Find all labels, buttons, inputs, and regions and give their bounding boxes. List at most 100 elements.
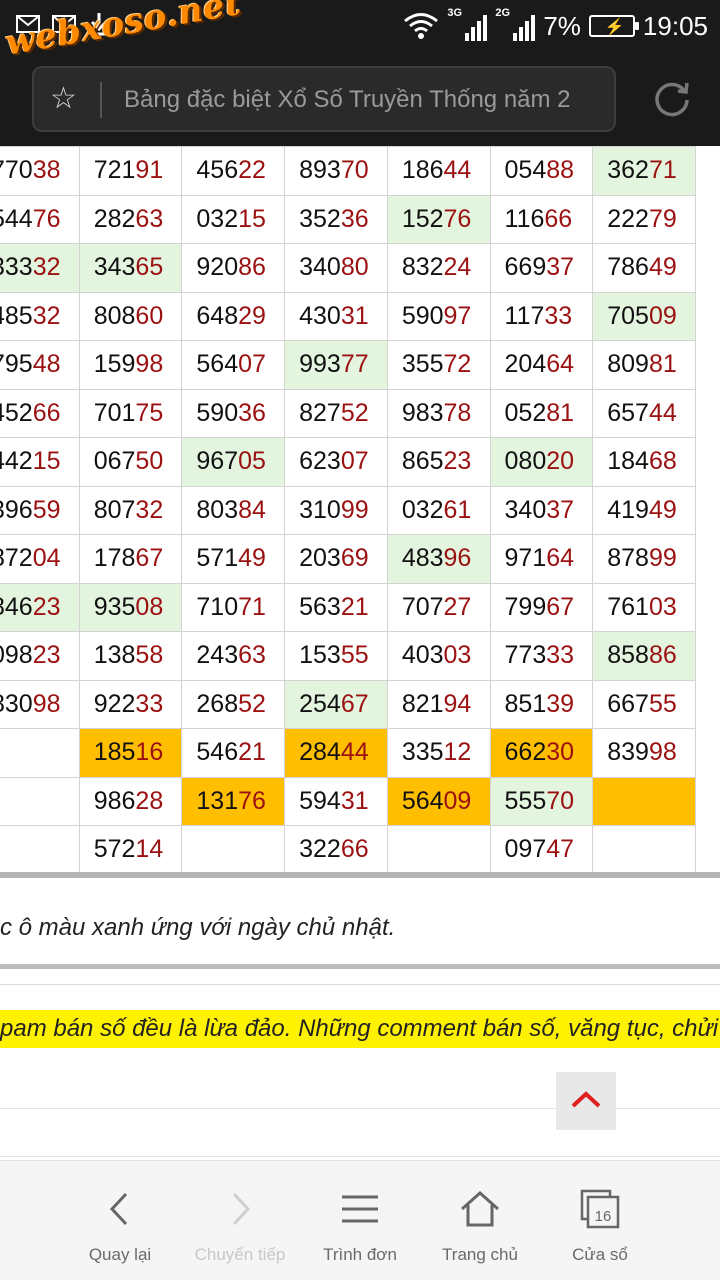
number-head: 922 [93,689,136,718]
number-head: 185 [93,738,136,767]
number-cell: 40303 [386,631,491,681]
number-cell: 54621 [181,728,286,778]
number-tail: 71 [648,156,677,185]
results-grid: 7703872191456228937018644054883627154476… [0,146,720,876]
number-head: 564 [196,350,239,379]
number-cell: 43031 [284,291,388,341]
number-cell: 59431 [284,776,388,826]
number-head: 138 [93,641,136,670]
page-title-url[interactable]: Bảng đặc biệt Xổ Số Truyền Thống năm 2 [124,84,614,116]
number-tail: 31 [340,786,369,815]
number-head: 839 [607,738,649,767]
number-cell: 59097 [386,291,491,341]
number-cell [592,825,696,875]
number-cell: 36271 [592,146,696,196]
number-cell: 20369 [284,534,388,584]
warning-banner: pam bán số đều là lừa đảo. Những comment… [0,1010,720,1048]
number-cell: 22279 [592,194,696,244]
number-tail: 84 [238,495,266,524]
number-head: 770 [0,156,33,185]
number-cell: 62307 [284,437,388,487]
table-row: 48532808606482943031590971173370509 [0,291,696,341]
number-tail: 33 [546,641,575,670]
number-cell: 85886 [592,631,696,681]
number-head: 872 [0,544,33,573]
number-cell: 03261 [386,485,491,535]
number-tail: 63 [135,204,164,233]
number-cell: 03215 [181,194,286,244]
number-cell: 41949 [592,485,696,535]
number-head: 419 [607,495,649,524]
number-cell: 26852 [181,679,286,729]
battery-charging-icon: ⚡ [588,15,639,37]
battery-percent: 7% [543,10,581,41]
number-head: 442 [0,447,33,476]
number-head: 456 [196,156,239,185]
number-tail: 86 [238,253,266,282]
number-tail: 67 [135,544,164,573]
number-head: 203 [299,544,341,573]
scroll-to-top-button[interactable] [556,1072,616,1130]
number-head: 152 [401,204,444,233]
number-head: 590 [196,398,239,427]
number-cell: 89370 [284,146,388,196]
number-tail: 36 [238,398,266,427]
number-tail: 66 [544,204,573,233]
number-head: 485 [0,301,33,330]
number-cell: 77038 [0,146,80,196]
number-head: 935 [93,592,136,621]
number-cell: 83098 [0,679,80,729]
number-head: 452 [0,398,33,427]
bookmark-star-icon[interactable]: ☆ [50,82,77,116]
number-cell: 45622 [181,146,286,196]
number-head: 821 [401,689,444,718]
number-tail: 09 [443,786,472,815]
number-tail: 99 [648,544,677,573]
number-head: 546 [196,738,239,767]
number-tail: 04 [32,544,61,573]
number-cell: 98378 [386,388,491,438]
number-tail: 37 [546,495,575,524]
number-head: 993 [299,350,341,379]
number-head: 858 [607,641,649,670]
table-row: 98628 13176 59431 56409 55570 [0,776,696,826]
number-cell: 99377 [284,340,388,390]
number-tail: 15 [32,447,61,476]
number-head: 282 [93,204,136,233]
reload-icon[interactable] [652,78,692,118]
number-cell: 13858 [78,631,183,681]
number-head: 178 [93,544,136,573]
number-tail: 59 [32,495,61,524]
number-head: 355 [401,350,444,379]
number-cell: 79548 [0,340,80,390]
browser-toolbar: ☆ Bảng đặc biệt Xổ Số Truyền Thống năm 2 [0,52,720,146]
address-bar[interactable]: ☆ Bảng đặc biệt Xổ Số Truyền Thống năm 2 [32,66,616,132]
tabs-button[interactable]: 16 Cửa sổ [528,1161,672,1280]
number-head: 098 [0,641,33,670]
table-row: 44215067509670562307865230802018468 [0,437,696,487]
back-chevron-icon [109,1192,128,1226]
table-row: 57214 32266 09747 [0,825,696,875]
number-head: 268 [196,689,239,718]
number-head: 920 [196,253,239,282]
number-cell: 20464 [489,340,594,390]
number-tail: 55 [648,689,677,718]
number-head: 483 [401,544,444,573]
number-head: 795 [0,350,33,379]
number-cell: 05488 [489,146,594,196]
number-cell: 64829 [181,291,286,341]
number-tail: 97 [443,301,472,330]
number-cell: 78649 [592,243,696,293]
number-tail: 20 [546,447,575,476]
number-head: 721 [93,156,136,185]
number-head: 067 [93,447,136,476]
number-tail: 81 [546,398,575,427]
number-tail: 98 [648,738,677,767]
number-head: 362 [607,156,649,185]
number-tail: 23 [32,592,61,621]
number-head: 343 [93,253,136,282]
number-tail: 79 [648,204,677,233]
number-tail: 22 [238,156,266,185]
number-head: 032 [196,204,239,233]
number-head: 396 [0,495,33,524]
